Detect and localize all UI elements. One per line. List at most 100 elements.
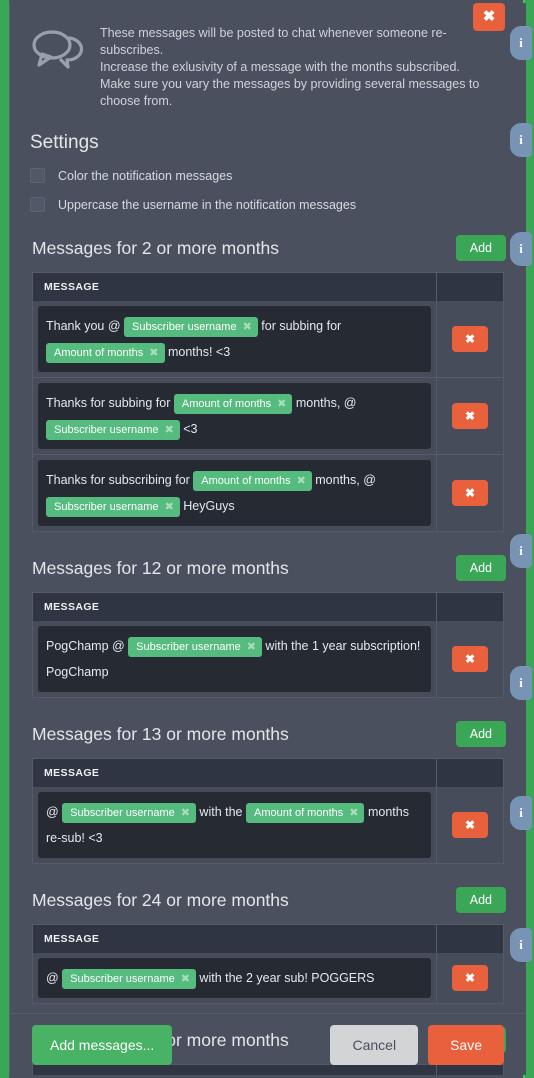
settings-options: Color the notification messages Uppercase…	[10, 168, 526, 212]
table-body: PogChamp @ Subscriber username ✖ with the…	[33, 621, 503, 697]
save-button[interactable]: Save	[428, 1024, 504, 1065]
delete-message-button[interactable]: ✖	[452, 646, 488, 672]
tag-remove-icon[interactable]: ✖	[243, 321, 252, 333]
message-group-header: Messages for 2 or more months Add	[10, 235, 526, 261]
tag-remove-icon[interactable]: ✖	[181, 973, 190, 985]
cancel-button[interactable]: Cancel	[330, 1024, 419, 1065]
table-body: @ Subscriber username ✖ with the Amount o…	[33, 787, 503, 863]
message-group-title: Messages for 12 or more months	[32, 557, 289, 578]
message-text: @	[46, 971, 63, 985]
message-editor[interactable]: PogChamp @ Subscriber username ✖ with the…	[38, 626, 431, 692]
speech-bubbles-icon	[30, 25, 88, 76]
message-variable-tag[interactable]: Subscriber username ✖	[124, 316, 258, 337]
delete-message-button[interactable]: ✖	[452, 965, 488, 991]
info-icon[interactable]: i	[510, 928, 532, 962]
message-group: Messages for 12 or more months Add MESSAGE…	[10, 555, 526, 698]
dialog-footer: Add messages... Cancel Save	[10, 1013, 526, 1075]
message-editor[interactable]: Thanks for subscribing for Amount of mon…	[38, 460, 431, 526]
message-cell: Thank you @ Subscriber username ✖ for sub…	[33, 301, 436, 377]
tag-label: Subscriber username	[136, 640, 241, 653]
page-edge-left	[0, 0, 9, 1078]
settings-option-label: Uppercase the username in the notificati…	[58, 197, 357, 212]
add-message-button[interactable]: Add	[455, 235, 506, 261]
table-row: @ Subscriber username ✖ with the Amount o…	[33, 787, 503, 863]
tag-remove-icon[interactable]: ✖	[149, 347, 158, 359]
message-variable-tag[interactable]: Amount of months ✖	[46, 342, 165, 363]
tag-remove-icon[interactable]: ✖	[297, 475, 306, 487]
message-variable-tag[interactable]: Amount of months ✖	[245, 802, 365, 823]
tag-remove-icon[interactable]: ✖	[181, 807, 190, 819]
message-text: Thanks for subscribing for	[46, 473, 194, 487]
info-icon[interactable]: i	[510, 534, 532, 568]
tag-remove-icon[interactable]: ✖	[349, 807, 358, 819]
delete-message-button[interactable]: ✖	[452, 403, 488, 429]
description-line-2: Increase the exlusivity of a message wit…	[100, 60, 460, 74]
add-message-button[interactable]: Add	[455, 887, 506, 913]
message-group-header: Messages for 13 or more months Add	[10, 721, 526, 747]
tag-label: Amount of months	[181, 397, 272, 410]
message-group: Messages for 24 or more months Add MESSAGE…	[10, 887, 526, 1004]
message-group-header: Messages for 12 or more months Add	[10, 555, 526, 581]
message-group-title: Messages for 13 or more months	[32, 723, 289, 744]
settings-title: Settings	[30, 132, 99, 153]
tag-remove-icon[interactable]: ✖	[165, 424, 174, 436]
table-row: Thanks for subbing for Amount of months ✖…	[33, 377, 503, 454]
message-variable-tag[interactable]: Subscriber username ✖	[62, 968, 196, 989]
delete-message-button[interactable]: ✖	[452, 480, 488, 506]
table-row: PogChamp @ Subscriber username ✖ with the…	[33, 621, 503, 697]
tag-label: Amount of months	[253, 806, 344, 819]
message-text: HeyGuys	[179, 499, 235, 513]
message-variable-tag[interactable]: Subscriber username ✖	[46, 419, 180, 440]
checkbox-icon[interactable]	[30, 197, 45, 212]
message-variable-tag[interactable]: Amount of months ✖	[193, 470, 312, 491]
info-icon[interactable]: i	[510, 123, 532, 157]
add-messages-button[interactable]: Add messages...	[32, 1024, 173, 1065]
settings-option-row[interactable]: Color the notification messages	[10, 168, 526, 183]
table-header: MESSAGE	[33, 759, 503, 787]
actions-cell: ✖	[436, 787, 503, 863]
dialog-header: These messages will be posted to chat wh…	[10, 3, 526, 110]
actions-cell: ✖	[436, 378, 503, 454]
tag-remove-icon[interactable]: ✖	[165, 501, 174, 513]
tag-remove-icon[interactable]: ✖	[247, 641, 256, 653]
table-row: @ Subscriber username ✖ with the 2 year s…	[33, 953, 503, 1003]
screen-root: ✖ These messages will be posted to chat …	[0, 0, 534, 1078]
message-group-header: Messages for 24 or more months Add	[10, 887, 526, 913]
delete-message-button[interactable]: ✖	[452, 326, 488, 352]
info-icon[interactable]: i	[510, 796, 532, 830]
add-message-button[interactable]: Add	[455, 555, 506, 581]
delete-message-button[interactable]: ✖	[452, 812, 488, 838]
message-variable-tag[interactable]: Amount of months ✖	[173, 393, 293, 414]
message-editor[interactable]: Thank you @ Subscriber username ✖ for sub…	[38, 306, 431, 372]
column-header-actions	[436, 925, 503, 953]
table-header: MESSAGE	[33, 925, 503, 953]
tag-remove-icon[interactable]: ✖	[277, 398, 286, 410]
checkbox-icon[interactable]	[30, 168, 45, 183]
message-text: months! <3	[164, 345, 231, 359]
actions-cell: ✖	[436, 301, 503, 377]
tag-label: Subscriber username	[54, 500, 159, 513]
info-icon[interactable]: i	[510, 232, 532, 266]
message-group: Messages for 13 or more months Add MESSAGE…	[10, 721, 526, 864]
table-header: MESSAGE	[33, 273, 503, 301]
message-variable-tag[interactable]: Subscriber username ✖	[128, 636, 262, 657]
add-message-button[interactable]: Add	[455, 721, 506, 747]
message-text: with the 2 year sub! POGGERS	[195, 971, 375, 985]
message-editor[interactable]: Thanks for subbing for Amount of months ✖…	[38, 383, 431, 449]
message-text: @	[46, 805, 63, 819]
actions-cell: ✖	[436, 953, 503, 1003]
message-variable-tag[interactable]: Subscriber username ✖	[46, 496, 180, 517]
column-header-actions	[436, 593, 503, 621]
message-editor[interactable]: @ Subscriber username ✖ with the Amount o…	[38, 792, 431, 858]
message-editor[interactable]: @ Subscriber username ✖ with the 2 year s…	[38, 958, 431, 998]
close-icon[interactable]: ✖	[473, 3, 505, 31]
settings-option-row[interactable]: Uppercase the username in the notificati…	[10, 197, 526, 212]
message-variable-tag[interactable]: Subscriber username ✖	[62, 802, 196, 823]
info-icon[interactable]: i	[510, 666, 532, 700]
table-body: @ Subscriber username ✖ with the 2 year s…	[33, 953, 503, 1003]
table-header: MESSAGE	[33, 593, 503, 621]
tag-label: Subscriber username	[70, 972, 175, 985]
actions-cell: ✖	[436, 621, 503, 697]
tag-label: Subscriber username	[54, 423, 159, 436]
info-icon[interactable]: i	[510, 26, 532, 60]
